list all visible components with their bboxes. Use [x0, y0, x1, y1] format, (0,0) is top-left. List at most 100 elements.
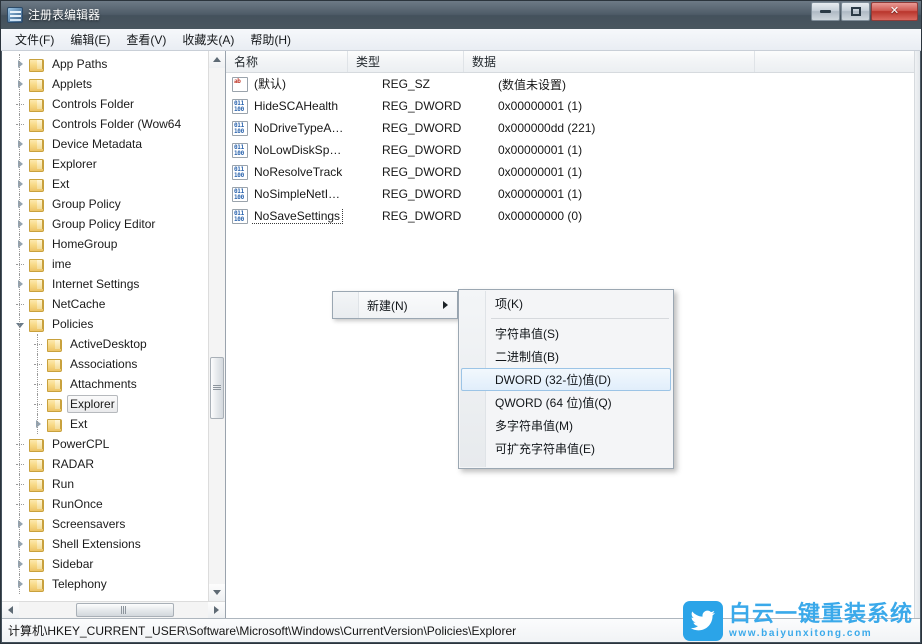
tree-item[interactable]: Explorer	[2, 154, 208, 174]
expand-arrow-icon[interactable]	[12, 180, 28, 188]
context-menu-new-submenu[interactable]: 项(K) 字符串值(S) 二进制值(B) DWORD (32-位)值(D) QWORD …	[458, 289, 674, 469]
menu-view[interactable]: 查看(V)	[118, 30, 174, 50]
expand-arrow-icon[interactable]	[12, 200, 28, 208]
expand-arrow-icon[interactable]	[30, 420, 46, 428]
tree-item[interactable]: Group Policy Editor	[2, 214, 208, 234]
folder-icon	[28, 137, 44, 152]
context-menu-new[interactable]: 新建(N)	[332, 291, 458, 319]
expand-arrow-icon[interactable]	[12, 560, 28, 568]
tree-item[interactable]: Ext	[2, 414, 208, 434]
tree-item[interactable]: NetCache	[2, 294, 208, 314]
column-header-type[interactable]: 类型	[348, 51, 464, 72]
tree-item[interactable]: PowerCPL	[2, 434, 208, 454]
maximize-button[interactable]	[841, 2, 870, 21]
tree-scroll-track[interactable]	[209, 68, 225, 584]
tree-item[interactable]: ime	[2, 254, 208, 274]
list-scroll-gutter[interactable]	[914, 51, 920, 618]
scroll-right-button[interactable]	[208, 602, 225, 618]
collapse-arrow-icon[interactable]	[12, 321, 28, 328]
tree-item[interactable]: Internet Settings	[2, 274, 208, 294]
expand-arrow-icon[interactable]	[12, 140, 28, 148]
tree-horizontal-scrollbar[interactable]	[2, 601, 225, 618]
expand-arrow-icon[interactable]	[12, 60, 28, 68]
tree-item[interactable]: RunOnce	[2, 494, 208, 514]
tree-item[interactable]: Applets	[2, 74, 208, 94]
tree-item-label: App Paths	[52, 57, 108, 71]
expand-arrow-icon[interactable]	[12, 240, 28, 248]
tree-item[interactable]: Controls Folder (Wow64	[2, 114, 208, 134]
scroll-up-button[interactable]	[209, 51, 225, 68]
tree-item[interactable]: Device Metadata	[2, 134, 208, 154]
value-type-cell: REG_DWORD	[382, 143, 462, 157]
folder-icon	[28, 257, 44, 272]
submenu-item[interactable]: 字符串值(S)	[461, 322, 671, 345]
expand-arrow-icon[interactable]	[12, 580, 28, 588]
submenu-item[interactable]: QWORD (64 位)值(Q)	[461, 391, 671, 414]
submenu-item[interactable]: 项(K)	[461, 292, 671, 315]
tree-hscroll-track[interactable]	[19, 602, 208, 618]
expand-arrow-icon[interactable]	[12, 220, 28, 228]
tree-guide-line	[19, 474, 20, 494]
tree-item[interactable]: ActiveDesktop	[2, 334, 208, 354]
tree-connector-icon	[30, 344, 46, 345]
close-button[interactable]: ✕	[871, 2, 918, 21]
submenu-item[interactable]: 二进制值(B)	[461, 345, 671, 368]
scroll-left-button[interactable]	[2, 602, 19, 618]
minimize-button[interactable]	[811, 2, 840, 21]
menu-edit[interactable]: 编辑(E)	[62, 30, 118, 50]
tree-item[interactable]: App Paths	[2, 54, 208, 74]
tree-item[interactable]: Screensavers	[2, 514, 208, 534]
menu-favorites[interactable]: 收藏夹(A)	[174, 30, 242, 50]
tree-item[interactable]: Run	[2, 474, 208, 494]
tree-item-label: RADAR	[52, 457, 95, 471]
registry-value-row[interactable]: 011 100 HideSCAHealth REG_DWORD 0x00000001 (…	[226, 95, 920, 117]
tree-item[interactable]: Sidebar	[2, 554, 208, 574]
menu-gutter	[333, 292, 359, 318]
folder-icon	[28, 477, 44, 492]
registry-value-row[interactable]: ab (默认) REG_SZ (数值未设置)	[226, 73, 920, 95]
submenu-item[interactable]: DWORD (32-位)值(D)	[461, 368, 671, 391]
tree-item[interactable]: Attachments	[2, 374, 208, 394]
registry-value-row[interactable]: 011 100 NoSimpleNetI… REG_DWORD 0x00000001 (…	[226, 183, 920, 205]
tree-guide-line	[19, 354, 20, 374]
menu-bar: 文件(F) 编辑(E) 查看(V) 收藏夹(A) 帮助(H)	[1, 29, 921, 51]
tree-item[interactable]: Policies	[2, 314, 208, 334]
submenu-item[interactable]: 可扩充字符串值(E)	[461, 437, 671, 460]
tree-vertical-scrollbar[interactable]	[208, 51, 225, 601]
tree-item[interactable]: Telephony	[2, 574, 208, 594]
registry-value-row[interactable]: 011 100 NoDriveTypeA… REG_DWORD 0x000000dd (…	[226, 117, 920, 139]
registry-value-row[interactable]: 011 100 NoResolveTrack REG_DWORD 0x00000001 …	[226, 161, 920, 183]
tree-item[interactable]: Associations	[2, 354, 208, 374]
tree-item[interactable]: Shell Extensions	[2, 534, 208, 554]
expand-arrow-icon[interactable]	[12, 280, 28, 288]
submenu-item[interactable]: 多字符串值(M)	[461, 414, 671, 437]
tree-scroll-wrapper: App Paths Applets Controls Folder Controls …	[2, 51, 225, 601]
tree-item[interactable]: Controls Folder	[2, 94, 208, 114]
expand-arrow-icon[interactable]	[12, 80, 28, 88]
tree-hscroll-thumb[interactable]	[75, 603, 174, 617]
column-header-name[interactable]: 名称	[226, 51, 348, 72]
tree-item[interactable]: RADAR	[2, 454, 208, 474]
menu-file[interactable]: 文件(F)	[7, 30, 62, 50]
column-header-data[interactable]: 数据	[464, 51, 755, 72]
registry-tree[interactable]: App Paths Applets Controls Folder Controls …	[2, 51, 208, 601]
minimize-icon	[812, 3, 839, 20]
tree-guide-line	[19, 294, 20, 314]
registry-value-row[interactable]: 011 100 NoSaveSettings REG_DWORD 0x00000000 …	[226, 205, 920, 227]
tree-item[interactable]: Group Policy	[2, 194, 208, 214]
scroll-down-button[interactable]	[209, 584, 225, 601]
tree-scroll-thumb[interactable]	[210, 356, 224, 419]
tree-guide-line	[37, 334, 38, 354]
tree-item[interactable]: Explorer	[2, 394, 208, 414]
tree-item[interactable]: Ext	[2, 174, 208, 194]
title-bar[interactable]: 注册表编辑器 ✕	[1, 1, 921, 29]
expand-arrow-icon[interactable]	[12, 160, 28, 168]
registry-value-row[interactable]: 011 100 NoLowDiskSp… REG_DWORD 0x00000001 (1…	[226, 139, 920, 161]
tree-item[interactable]: HomeGroup	[2, 234, 208, 254]
expand-arrow-icon[interactable]	[12, 540, 28, 548]
expand-arrow-icon[interactable]	[12, 520, 28, 528]
menu-help[interactable]: 帮助(H)	[242, 30, 299, 50]
tree-item-label: RunOnce	[52, 497, 103, 511]
tree-guide-line	[19, 54, 20, 74]
folder-icon	[46, 417, 62, 432]
